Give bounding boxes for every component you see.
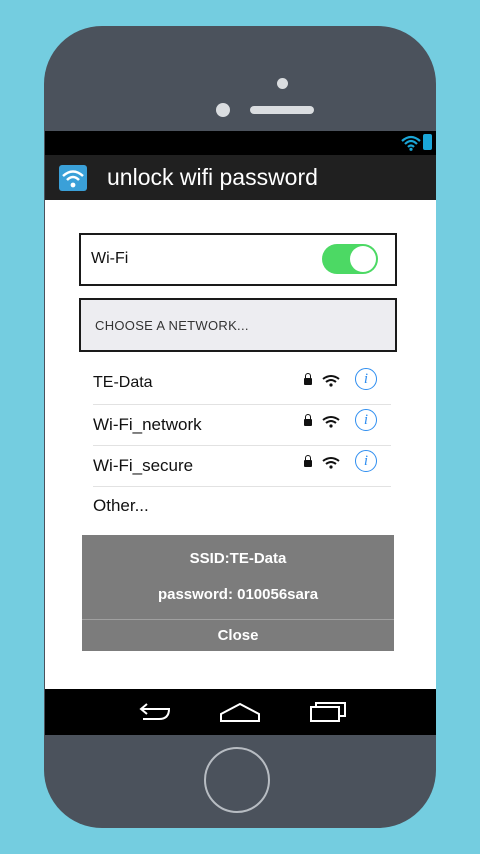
phone-home-button[interactable]	[204, 747, 270, 813]
status-bar	[45, 131, 436, 155]
wifi-toggle-label: Wi-Fi	[91, 250, 129, 267]
lock-icon	[304, 373, 312, 385]
info-icon[interactable]: i	[355, 368, 377, 390]
password-dialog: SSID:TE-Data password: 010056sara Close	[82, 535, 394, 651]
choose-network-label: CHOOSE A NETWORK...	[95, 318, 249, 333]
dialog-password: password: 010056sara	[157, 586, 319, 603]
camera-dot	[277, 78, 288, 89]
network-name: TE-Data	[93, 374, 153, 391]
network-name: Wi-Fi_network	[93, 415, 202, 434]
info-icon[interactable]: i	[355, 450, 377, 472]
recents-icon[interactable]	[307, 697, 349, 727]
choose-network-header: CHOOSE A NETWORK...	[79, 298, 397, 352]
dialog-ssid: SSID:TE-Data	[189, 550, 287, 567]
wifi-icon	[322, 416, 340, 428]
back-icon[interactable]	[133, 697, 175, 727]
toggle-knob	[350, 246, 376, 272]
wifi-icon	[322, 375, 340, 387]
wifi-icon	[322, 457, 340, 469]
close-button[interactable]: Close	[82, 619, 394, 652]
sensor-dot	[216, 103, 230, 117]
battery-icon	[423, 134, 432, 150]
app-title-bar: unlock wifi password	[45, 155, 436, 200]
other-network-item[interactable]: Other...	[93, 496, 149, 516]
lock-icon	[304, 414, 312, 426]
home-icon[interactable]	[219, 697, 261, 727]
info-icon[interactable]: i	[355, 409, 377, 431]
app-title: unlock wifi password	[107, 164, 318, 190]
network-name: Wi-Fi_secure	[93, 456, 194, 475]
phone-screen: unlock wifi password Wi-Fi CHOOSE A NETW…	[45, 131, 436, 735]
lock-icon	[304, 455, 312, 467]
wifi-icon	[401, 135, 421, 151]
network-item[interactable]: Wi-Fi_network i	[93, 405, 391, 446]
speaker-grille	[250, 106, 314, 114]
navigation-bar	[45, 689, 436, 735]
network-item[interactable]: Wi-Fi_secure i	[93, 446, 391, 487]
wifi-icon	[59, 165, 87, 191]
wifi-toggle-row: Wi-Fi	[79, 233, 397, 286]
wifi-toggle[interactable]	[322, 244, 378, 274]
network-item[interactable]: TE-Data i	[93, 364, 391, 405]
